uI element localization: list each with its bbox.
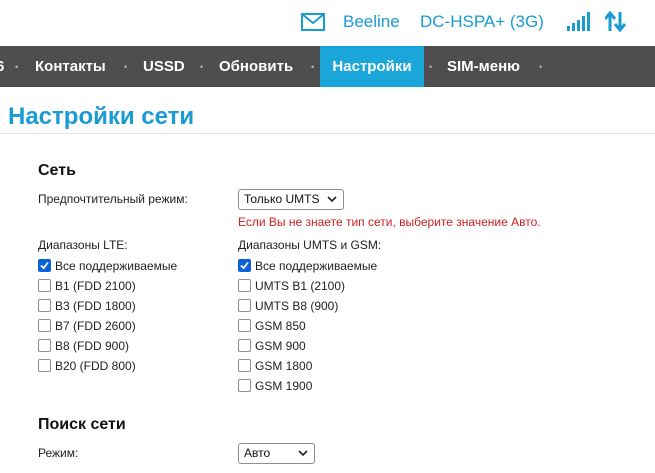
network-section-title: Сеть	[38, 162, 76, 179]
data-transfer-icon	[605, 11, 626, 32]
preferred-mode-select[interactable]: Только UMTS	[238, 189, 344, 210]
umts-gsm-band-option-label: GSM 900	[255, 339, 306, 353]
lte-band-option-label: B20 (FDD 800)	[55, 359, 136, 373]
umts-gsm-band-option-label: GSM 1800	[255, 359, 313, 373]
nav-separator: •	[15, 62, 19, 72]
nav-item-truncated[interactable]: 6	[0, 46, 4, 87]
title-divider	[0, 133, 655, 134]
nav-separator: •	[200, 62, 204, 72]
network-type: DC-HSPA+ (3G)	[420, 12, 544, 31]
preferred-mode-value: Только UMTS	[244, 192, 320, 206]
checkbox[interactable]	[38, 299, 51, 312]
checkbox[interactable]	[238, 379, 251, 392]
checkbox[interactable]	[38, 339, 51, 352]
search-mode-value: Авто	[244, 446, 271, 460]
network-warning: Если Вы не знаете тип сети, выберите зна…	[238, 215, 541, 229]
lte-band-option-label: B8 (FDD 900)	[55, 339, 130, 353]
umts-gsm-band-option-label: UMTS B8 (900)	[255, 299, 339, 313]
lte-band-option-label: B7 (FDD 2600)	[55, 319, 136, 333]
search-section-title: Поиск сети	[38, 416, 126, 433]
nav-item-sim-menu[interactable]: SIM-меню	[447, 46, 520, 87]
lte-band-option-label: B1 (FDD 2100)	[55, 279, 136, 293]
nav-separator: •	[124, 62, 128, 72]
nav-separator: •	[539, 62, 543, 72]
operator-name: Beeline	[343, 12, 400, 31]
chevron-down-icon	[298, 450, 308, 457]
checkbox-checked[interactable]	[238, 259, 251, 272]
umts-gsm-bands-label: Диапазоны UMTS и GSM:	[238, 238, 382, 252]
checkbox-checked[interactable]	[38, 259, 51, 272]
lte-band-option-label: Все поддерживаемые	[55, 259, 178, 273]
main-nav: 6 • Контакты • USSD • Обновить • Настрой…	[0, 46, 655, 87]
umts-gsm-band-option-label: Все поддерживаемые	[255, 259, 378, 273]
checkbox[interactable]	[38, 319, 51, 332]
search-mode-select[interactable]: Авто	[238, 443, 315, 464]
checkbox[interactable]	[238, 339, 251, 352]
umts-gsm-band-option-label: UMTS B1 (2100)	[255, 279, 346, 293]
checkbox[interactable]	[238, 319, 251, 332]
nav-item-settings[interactable]: Настройки	[320, 46, 424, 87]
umts-gsm-band-option-label: GSM 850	[255, 319, 306, 333]
checkbox[interactable]	[38, 359, 51, 372]
checkbox[interactable]	[38, 279, 51, 292]
nav-item-ussd[interactable]: USSD	[143, 46, 185, 87]
nav-separator: •	[429, 62, 433, 72]
signal-strength-icon	[567, 12, 590, 31]
page-title: Настройки сети	[8, 103, 195, 130]
lte-bands-label: Диапазоны LTE:	[38, 238, 128, 252]
checkmark-icon	[40, 261, 49, 270]
checkbox[interactable]	[238, 279, 251, 292]
checkbox[interactable]	[238, 299, 251, 312]
preferred-mode-label: Предпочтительный режим:	[38, 192, 188, 206]
checkbox[interactable]	[238, 359, 251, 372]
checkmark-icon	[240, 261, 249, 270]
umts-gsm-band-option-label: GSM 1900	[255, 379, 313, 393]
chevron-down-icon	[327, 196, 337, 203]
search-mode-label: Режим:	[38, 446, 79, 460]
lte-band-option-label: B3 (FDD 1800)	[55, 299, 136, 313]
nav-item-update[interactable]: Обновить	[219, 46, 293, 87]
mail-icon[interactable]	[301, 13, 325, 31]
nav-separator: •	[311, 62, 315, 72]
nav-item-contacts[interactable]: Контакты	[35, 46, 106, 87]
status-bar: Beeline DC-HSPA+ (3G)	[0, 0, 655, 46]
